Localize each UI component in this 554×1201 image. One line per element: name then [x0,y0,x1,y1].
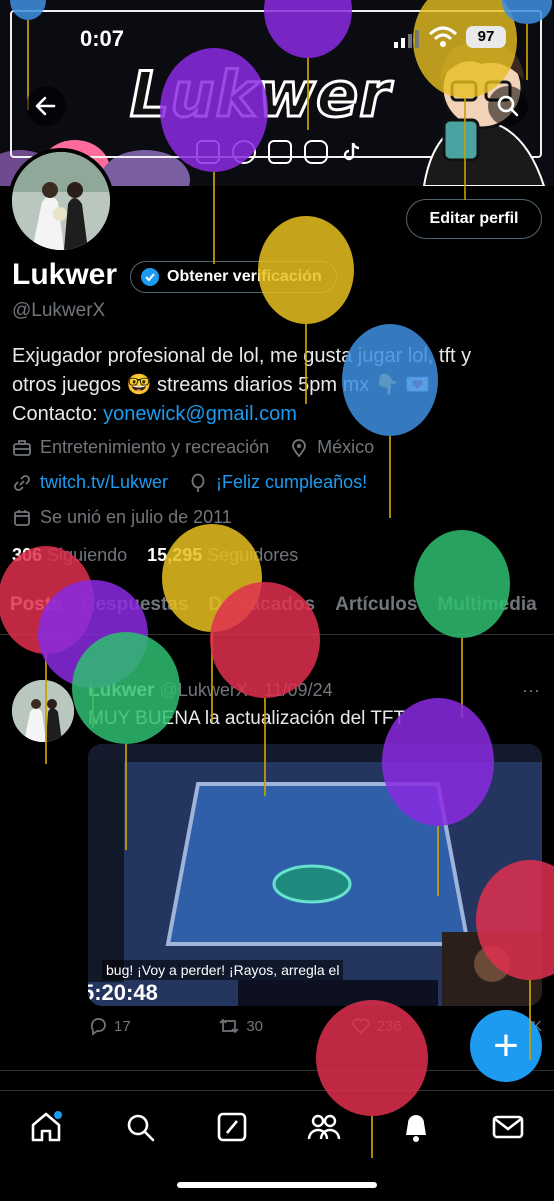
bio-line: Exjugador profesional de lol, me gusta j… [12,345,472,367]
banner-social-icons [196,140,364,164]
compose-post-button[interactable]: + [470,1010,542,1082]
briefcase-icon [13,439,31,456]
profile-meta-row: Entretenimiento y recreación México [12,437,374,458]
kick-icon [232,140,256,164]
profile-tabs: Posts Respuestas Destacados Artículos Mu… [0,578,554,635]
back-arrow-icon [35,96,56,116]
post-author-avatar[interactable] [12,680,74,742]
reply-icon [90,1018,106,1036]
repost-count: 30 [246,1017,263,1035]
home-icon[interactable] [28,1109,64,1145]
post-author-handle: @LukwerX [159,680,248,700]
reply-button[interactable]: 17 [88,1016,131,1036]
bio-contact-label: Contacto: [12,403,98,425]
profile-bio: Exjugador profesional de lol, me gusta j… [12,342,542,429]
like-icon [352,1018,370,1035]
wifi-icon [428,26,458,47]
profile-category: Entretenimiento y recreación [40,437,270,457]
status-time: 0:07 [80,26,125,51]
instagram-icon [304,140,328,164]
cellular-signal-icon [394,30,419,48]
tab-highlights[interactable]: Destacados [198,578,325,634]
video-timestamp: 5:20:48 [88,980,158,1005]
verified-badge-icon [141,268,159,286]
following-label: Siguiendo [47,545,128,565]
post-author-name[interactable]: Lukwer [88,680,155,701]
back-button[interactable] [26,86,66,126]
avatar-photo [12,152,110,250]
facebook-icon [268,140,292,164]
repost-button[interactable]: 30 [218,1016,263,1036]
post-card[interactable]: Lukwer @LukwerX · 11/09/24 ··· MUY BUENA… [0,650,554,1071]
followers-count: 15,295 [147,545,203,565]
get-verified-button[interactable]: Obtener verificación [130,261,337,293]
tab-replies[interactable]: Respuestas [72,578,199,634]
post-date: 11/09/24 [263,680,333,700]
location-pin-icon [292,438,307,457]
profile-birthday-link[interactable]: ¡Feliz cumpleaños! [216,472,367,493]
following-count: 306 [12,545,43,565]
tab-articles[interactable]: Artículos [325,578,427,634]
messages-icon[interactable] [490,1109,526,1145]
video-caption: bug! ¡Voy a perder! ¡Rayos, arregla el [102,960,344,980]
explore-icon[interactable] [122,1109,158,1145]
home-indicator [177,1182,377,1188]
profile-joined-date: Se unió en julio de 2011 [40,507,232,527]
tab-posts[interactable]: Posts [0,578,72,634]
followers-link[interactable]: 15,295 Seguidores [147,545,298,565]
search-button[interactable] [488,86,528,126]
balloon-icon [191,473,205,492]
calendar-icon [14,509,30,526]
bio-contact: Contacto: yonewick@gmail.com [12,400,542,429]
profile-website-link[interactable]: twitch.tv/Lukwer [40,472,168,493]
profile-location: México [317,437,375,457]
get-verified-label: Obtener verificación [167,268,322,285]
battery-indicator: 97 [466,26,506,48]
profile-name: Lukwer [12,258,118,291]
tiktok-icon [340,140,364,164]
tab-media[interactable]: Multimedia [427,578,546,634]
profile-avatar[interactable] [8,148,114,254]
follow-counts: 306 Siguiendo 15,295 Seguidores [12,545,298,566]
repost-icon [219,1018,239,1034]
status-bar: 0:07 97 [0,0,554,80]
avatar-photo [12,680,74,742]
search-icon [497,95,519,117]
post-more-options-button[interactable]: ··· [522,680,540,701]
like-count: 236 [376,1017,402,1035]
bio-email-link[interactable]: yonewick@gmail.com [103,403,297,425]
post-video[interactable]: bug! ¡Voy a perder! ¡Rayos, arregla el 5… [88,744,542,1006]
post-header: Lukwer @LukwerX · 11/09/24 [88,680,333,701]
twitch-icon [196,140,220,164]
edit-profile-button[interactable]: Editar perfil [406,199,542,239]
like-button[interactable]: 236 [351,1016,402,1036]
profile-meta-row: twitch.tv/Lukwer ¡Feliz cumpleaños! [12,472,367,493]
post-text: MUY BUENA la actualización del TFT [88,708,406,729]
following-link[interactable]: 306 Siguiendo [12,545,127,565]
profile-meta-row: Se unió en julio de 2011 [12,507,232,528]
followers-label: Seguidores [207,545,299,565]
profile-handle: @LukwerX [12,300,106,321]
bio-line: otros juegos 🤓 streams diarios 5pm mx 👇 … [12,374,431,396]
notifications-icon[interactable] [398,1109,434,1145]
grok-icon[interactable] [214,1109,250,1145]
reply-count: 17 [114,1017,131,1035]
communities-icon[interactable] [306,1109,342,1145]
link-icon [14,474,30,491]
